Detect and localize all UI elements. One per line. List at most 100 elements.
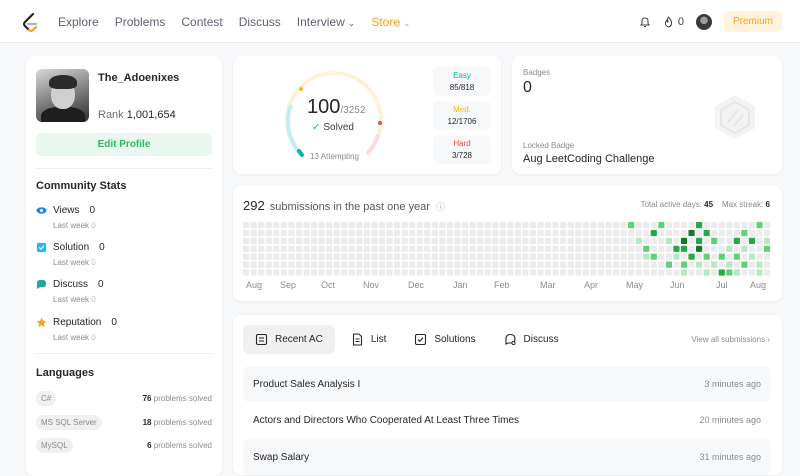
heatmap-cell[interactable] — [733, 229, 740, 237]
heatmap-cell[interactable] — [612, 222, 620, 229]
heatmap-cell[interactable] — [477, 229, 484, 237]
heatmap-cell[interactable] — [605, 261, 612, 268]
tab-solutions[interactable]: Solutions — [402, 325, 487, 354]
heatmap-cell[interactable] — [733, 261, 740, 268]
heatmap-cell[interactable] — [507, 222, 514, 229]
heatmap-cell[interactable] — [378, 245, 386, 252]
heatmap-cell[interactable] — [439, 269, 446, 276]
language-tag[interactable]: C# — [36, 391, 57, 406]
heatmap-cell[interactable] — [265, 269, 272, 276]
heatmap-cell[interactable] — [477, 237, 484, 244]
heatmap-cell[interactable] — [243, 269, 250, 276]
heatmap-cell[interactable] — [605, 269, 612, 276]
heatmap-cell[interactable] — [529, 237, 537, 244]
heatmap-cell[interactable] — [250, 237, 257, 244]
heatmap-cell[interactable] — [243, 253, 250, 260]
heatmap-cell[interactable] — [680, 222, 688, 229]
heatmap-cell[interactable] — [597, 253, 605, 260]
heatmap-cell[interactable] — [288, 229, 295, 237]
heatmap-cell[interactable] — [726, 269, 733, 276]
heatmap-cell[interactable] — [635, 237, 642, 244]
heatmap-cell[interactable] — [386, 222, 393, 229]
heatmap-cell[interactable] — [356, 237, 363, 244]
premium-button[interactable]: Premium — [723, 11, 782, 32]
heatmap-cell[interactable] — [492, 229, 499, 237]
heatmap-cell[interactable] — [673, 237, 680, 244]
heatmap-cell[interactable] — [567, 269, 574, 276]
heatmap-cell[interactable] — [763, 229, 771, 237]
heatmap-cell[interactable] — [273, 253, 280, 260]
heatmap-cell[interactable] — [575, 229, 582, 237]
heatmap-cell[interactable] — [522, 261, 529, 268]
heatmap-cell[interactable] — [522, 222, 529, 229]
tab-recent-ac[interactable]: Recent AC — [243, 325, 335, 354]
heatmap-cell[interactable] — [454, 261, 461, 268]
heatmap-cell[interactable] — [295, 261, 303, 268]
heatmap-cell[interactable] — [273, 237, 280, 244]
heatmap-cell[interactable] — [431, 253, 438, 260]
heatmap-cell[interactable] — [560, 222, 567, 229]
heatmap-cell[interactable] — [514, 229, 521, 237]
heatmap-cell[interactable] — [477, 261, 484, 268]
submission-row[interactable]: Product Sales Analysis I 3 minutes ago — [243, 366, 771, 402]
submission-row[interactable]: Swap Salary 31 minutes ago — [243, 439, 771, 475]
heatmap-cell[interactable] — [756, 245, 763, 252]
heatmap-cell[interactable] — [582, 237, 589, 244]
heatmap-cell[interactable] — [620, 261, 627, 268]
heatmap-cell[interactable] — [590, 222, 597, 229]
heatmap-cell[interactable] — [454, 253, 461, 260]
heatmap-cell[interactable] — [733, 237, 740, 244]
heatmap-cell[interactable] — [658, 222, 665, 229]
heatmap-cell[interactable] — [537, 222, 544, 229]
heatmap-cell[interactable] — [258, 261, 265, 268]
heatmap-cell[interactable] — [265, 245, 272, 252]
heatmap-cell[interactable] — [439, 261, 446, 268]
heatmap-cell[interactable] — [303, 245, 310, 252]
heatmap-cell[interactable] — [514, 269, 521, 276]
heatmap-cell[interactable] — [295, 222, 303, 229]
heatmap-cell[interactable] — [726, 245, 733, 252]
heatmap-cell[interactable] — [748, 269, 756, 276]
heatmap-cell[interactable] — [597, 237, 605, 244]
heatmap-cell[interactable] — [688, 253, 695, 260]
heatmap-cell[interactable] — [507, 245, 514, 252]
heatmap-cell[interactable] — [333, 261, 340, 268]
heatmap-cell[interactable] — [258, 237, 265, 244]
heatmap-cell[interactable] — [243, 245, 250, 252]
heatmap-cell[interactable] — [371, 261, 378, 268]
heatmap-cell[interactable] — [333, 222, 340, 229]
heatmap-cell[interactable] — [295, 237, 303, 244]
heatmap-cell[interactable] — [741, 222, 748, 229]
heatmap-cell[interactable] — [378, 269, 386, 276]
view-all-submissions-link[interactable]: View all submissions › — [691, 335, 770, 344]
heatmap-cell[interactable] — [348, 222, 355, 229]
heatmap-cell[interactable] — [575, 237, 582, 244]
nav-discuss[interactable]: Discuss — [239, 15, 281, 29]
heatmap-cell[interactable] — [499, 222, 506, 229]
heatmap-cell[interactable] — [560, 253, 567, 260]
heatmap-cell[interactable] — [514, 261, 521, 268]
heatmap-cell[interactable] — [446, 222, 454, 229]
heatmap-cell[interactable] — [696, 261, 703, 268]
heatmap-cell[interactable] — [560, 237, 567, 244]
heatmap-cell[interactable] — [371, 222, 378, 229]
heatmap-cell[interactable] — [469, 245, 476, 252]
heatmap-cell[interactable] — [356, 245, 363, 252]
avatar[interactable] — [695, 13, 712, 30]
heatmap-cell[interactable] — [371, 229, 378, 237]
heatmap-cell[interactable] — [394, 269, 401, 276]
submission-row[interactable]: Actors and Directors Who Cooperated At L… — [243, 402, 771, 438]
heatmap-cell[interactable] — [537, 245, 544, 252]
heatmap-cell[interactable] — [658, 245, 665, 252]
heatmap-cell[interactable] — [394, 261, 401, 268]
heatmap-cell[interactable] — [310, 269, 318, 276]
heatmap-cell[interactable] — [386, 261, 393, 268]
edit-profile-button[interactable]: Edit Profile — [36, 133, 212, 156]
heatmap-cell[interactable] — [522, 237, 529, 244]
heatmap-cell[interactable] — [401, 253, 408, 260]
heatmap-cell[interactable] — [756, 229, 763, 237]
heatmap-cell[interactable] — [326, 222, 333, 229]
heatmap-cell[interactable] — [552, 229, 559, 237]
heatmap-cell[interactable] — [628, 237, 635, 244]
heatmap-cell[interactable] — [567, 245, 574, 252]
